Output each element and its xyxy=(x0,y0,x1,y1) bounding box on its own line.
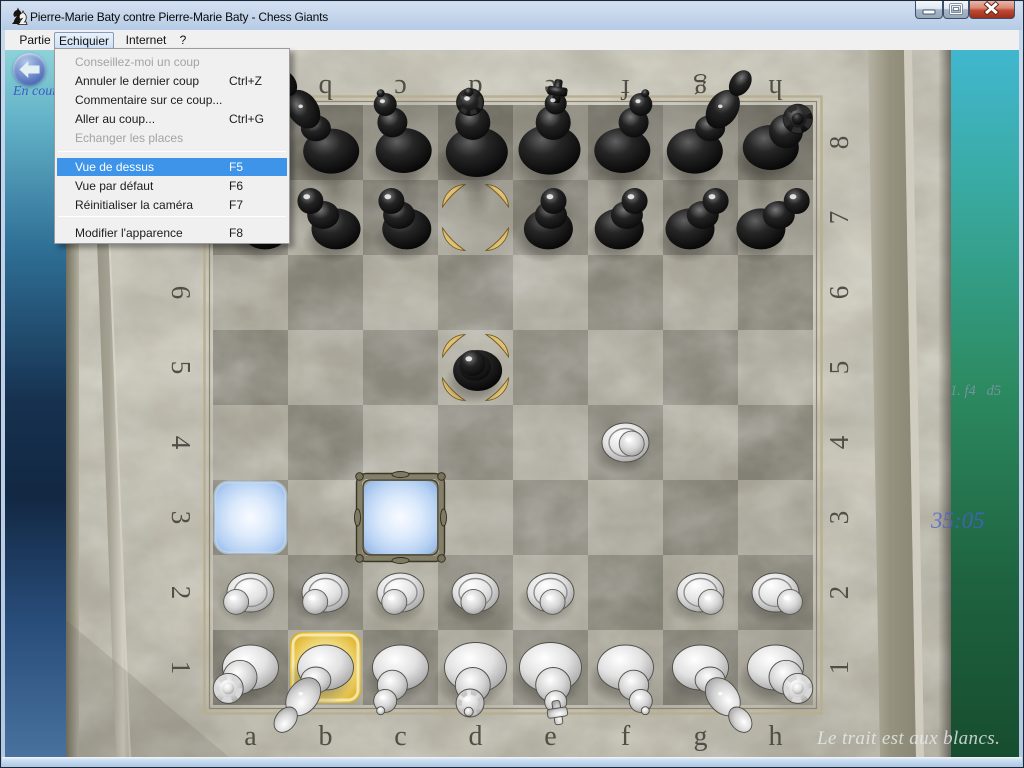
svg-text:g: g xyxy=(694,73,708,104)
svg-text:e: e xyxy=(544,721,556,752)
svg-text:6: 6 xyxy=(824,286,854,300)
svg-text:5: 5 xyxy=(166,361,196,375)
svg-text:2: 2 xyxy=(166,586,196,600)
svg-text:f: f xyxy=(620,73,630,104)
svg-text:5: 5 xyxy=(824,361,854,375)
svg-text:f: f xyxy=(621,721,631,752)
svg-text:b: b xyxy=(319,73,333,104)
svg-text:4: 4 xyxy=(824,435,854,449)
svg-text:h: h xyxy=(769,73,783,104)
svg-text:3: 3 xyxy=(824,511,854,525)
svg-text:3: 3 xyxy=(166,511,196,525)
svg-text:g: g xyxy=(694,721,708,752)
svg-text:8: 8 xyxy=(824,136,854,150)
svg-text:a: a xyxy=(244,721,257,752)
svg-text:1: 1 xyxy=(166,661,196,675)
svg-text:7: 7 xyxy=(824,211,854,225)
svg-text:2: 2 xyxy=(824,586,854,600)
svg-text:1: 1 xyxy=(824,661,854,675)
svg-text:b: b xyxy=(319,721,333,752)
svg-text:h: h xyxy=(769,721,783,752)
svg-text:4: 4 xyxy=(166,436,196,450)
svg-text:d: d xyxy=(469,721,483,752)
svg-text:6: 6 xyxy=(166,286,196,300)
svg-text:c: c xyxy=(394,73,406,104)
svg-text:c: c xyxy=(394,721,406,752)
